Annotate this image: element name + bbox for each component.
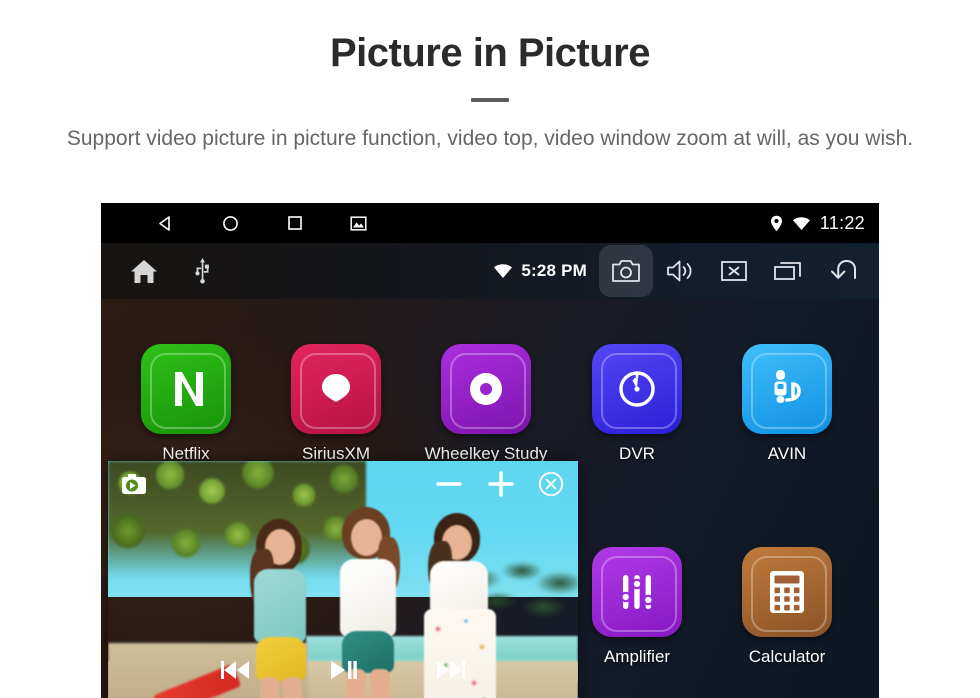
page-header: Picture in Picture Support video picture… — [0, 0, 980, 154]
pip-zoom-in-button[interactable] — [486, 469, 516, 499]
app-cell-amplifier[interactable]: Amplifier — [562, 547, 712, 667]
recents-square-icon[interactable] — [286, 214, 304, 232]
siriusxm-icon — [291, 344, 381, 434]
pip-video-window[interactable]: eicane — [108, 461, 578, 698]
pip-close-button[interactable] — [538, 471, 564, 497]
wifi-icon — [792, 216, 811, 231]
wifi-icon — [493, 263, 513, 279]
status-bar-clock: 11:22 — [819, 212, 865, 233]
screenshot-icon[interactable] — [350, 215, 367, 231]
app-cell-siriusxm[interactable]: SiriusXM — [261, 344, 411, 464]
netflix-icon — [141, 344, 231, 434]
title-divider — [471, 98, 509, 102]
app-cell-calculator[interactable]: Calculator — [712, 547, 862, 667]
status-bar-indicators: 11:22 — [770, 203, 865, 243]
video-capture-icon[interactable] — [121, 473, 147, 495]
close-all-button[interactable] — [707, 245, 761, 297]
previous-track-icon[interactable] — [220, 657, 254, 683]
toolbar-right-group: 5:28 PM — [493, 243, 869, 299]
system-toolbar: 5:28 PM — [101, 243, 879, 299]
camera-button[interactable] — [599, 245, 653, 297]
home-icon[interactable] — [129, 258, 159, 285]
app-cell-avin[interactable]: AVIN — [712, 344, 862, 464]
app-label-dvr: DVR — [619, 444, 655, 463]
app-label-calculator: Calculator — [748, 647, 826, 666]
equalizer-icon — [592, 547, 682, 637]
recents-button[interactable] — [761, 245, 815, 297]
app-cell-wheelkey-study[interactable]: Wheelkey Study — [411, 344, 561, 464]
app-label-amplifier: Amplifier — [603, 647, 671, 666]
page-subtitle: Support video picture in picture functio… — [66, 127, 914, 150]
location-pin-icon — [770, 215, 783, 232]
pip-watermark: eicane — [459, 688, 572, 698]
pip-control-bar — [108, 461, 578, 507]
pip-zoom-out-button[interactable] — [434, 469, 464, 499]
status-bar: 11:22 — [101, 203, 879, 243]
volume-button[interactable] — [653, 245, 707, 297]
back-button[interactable] — [815, 245, 869, 297]
back-icon[interactable] — [156, 214, 175, 233]
toolbar-left-group — [129, 258, 210, 285]
app-label-avin: AVIN — [767, 444, 807, 463]
gauge-icon — [592, 344, 682, 434]
next-track-icon[interactable] — [432, 657, 466, 683]
app-cell-dvr[interactable]: DVR — [562, 344, 712, 464]
toolbar-clock: 5:28 PM — [521, 261, 587, 280]
audio-jack-icon — [742, 344, 832, 434]
device-screen: 11:22 5:28 PM Netflix SiriusXM Wheelkey … — [101, 203, 879, 698]
status-bar-nav-group — [156, 214, 367, 233]
home-circle-icon[interactable] — [221, 214, 240, 233]
pip-playback-controls — [108, 657, 578, 683]
wheelkey-icon — [441, 344, 531, 434]
usb-icon[interactable] — [195, 258, 210, 284]
app-cell-netflix[interactable]: Netflix — [111, 344, 261, 464]
page-title: Picture in Picture — [330, 31, 650, 75]
play-pause-icon[interactable] — [328, 657, 358, 683]
home-screen: Netflix SiriusXM Wheelkey Study DVR AVIN… — [101, 299, 879, 698]
pip-window-buttons — [434, 461, 564, 507]
calculator-icon — [742, 547, 832, 637]
